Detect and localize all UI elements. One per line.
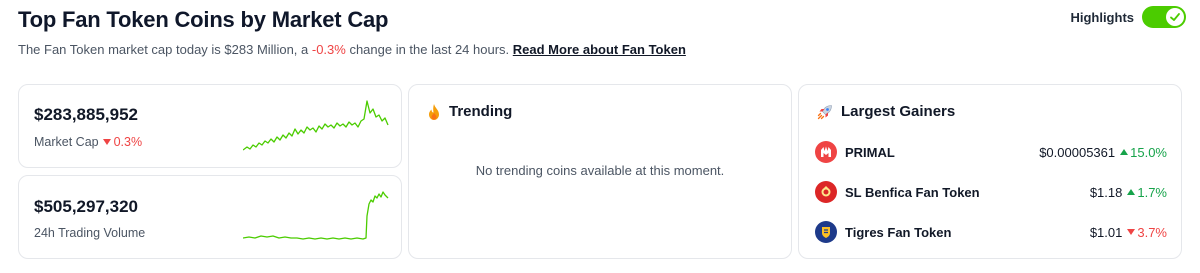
gainers-title: Largest Gainers xyxy=(841,103,956,120)
gainer-change-value: 1.7% xyxy=(1137,184,1167,200)
page-title: Top Fan Token Coins by Market Cap xyxy=(18,7,389,32)
trending-card: Trending No trending coins available at … xyxy=(408,84,792,259)
subtitle-change: -0.3% xyxy=(311,42,346,57)
check-icon xyxy=(1166,8,1184,26)
gainer-price: $1.18 xyxy=(1089,184,1123,200)
gainer-name: SL Benfica Fan Token xyxy=(845,184,980,200)
gainer-change-value: 15.0% xyxy=(1130,144,1167,160)
gainer-row[interactable]: SL Benfica Fan Token $1.18 1.7% xyxy=(815,180,1167,204)
caret-down-icon xyxy=(1127,229,1136,235)
trending-header: Trending xyxy=(427,103,512,120)
gainer-row[interactable]: PRIMAL $0.00005361 15.0% xyxy=(815,140,1167,164)
volume-sparkline xyxy=(243,191,389,240)
caret-up-icon xyxy=(1120,149,1129,155)
volume-value: $505,297,320 xyxy=(34,197,138,216)
gainer-price: $1.01 xyxy=(1089,224,1123,240)
highlights-control: Highlights xyxy=(1070,6,1186,28)
gainer-name: Tigres Fan Token xyxy=(845,224,952,240)
fire-icon xyxy=(429,103,439,120)
market-cap-change-value: 0.3% xyxy=(113,135,143,149)
highlights-toggle[interactable] xyxy=(1142,6,1186,28)
market-cap-change: 0.3% xyxy=(102,135,143,149)
gainer-change: 15.0% xyxy=(1120,145,1167,160)
market-cap-sparkline xyxy=(243,100,389,151)
volume-label-row: 24h Trading Volume xyxy=(34,226,145,240)
gainer-change: 3.7% xyxy=(1127,225,1167,240)
read-more-link[interactable]: Read More about Fan Token xyxy=(513,42,686,57)
trending-empty-message: No trending coins available at this mome… xyxy=(475,163,725,178)
market-cap-label: Market Cap xyxy=(34,135,99,149)
gainer-row[interactable]: Tigres Fan Token $1.01 3.7% xyxy=(815,220,1167,244)
gainers-card: Largest Gainers PRIMAL $0.00005361 15.0%… xyxy=(798,84,1182,259)
volume-card[interactable]: $505,297,320 24h Trading Volume xyxy=(18,175,402,259)
subtitle-text-end: change in the last 24 hours. xyxy=(345,42,513,57)
gainers-header: Largest Gainers xyxy=(817,103,955,120)
market-cap-value: $283,885,952 xyxy=(34,105,138,124)
caret-down-icon xyxy=(102,139,111,145)
rocket-icon xyxy=(817,104,832,119)
primal-icon xyxy=(815,141,837,163)
market-cap-label-row: Market Cap 0.3% xyxy=(34,135,142,149)
gainer-name: PRIMAL xyxy=(845,144,895,160)
gainer-change: 1.7% xyxy=(1127,185,1167,200)
trending-title: Trending xyxy=(449,103,513,120)
tigres-icon xyxy=(815,221,837,243)
page-header: Top Fan Token Coins by Market Cap The Fa… xyxy=(18,6,686,58)
caret-up-icon xyxy=(1127,189,1136,195)
benfica-icon xyxy=(815,181,837,203)
market-cap-card[interactable]: $283,885,952 Market Cap 0.3% xyxy=(18,84,402,168)
page-subtitle: The Fan Token market cap today is $283 M… xyxy=(18,42,686,58)
volume-label: 24h Trading Volume xyxy=(34,226,146,240)
gainer-change-value: 3.7% xyxy=(1137,224,1167,240)
gainer-price: $0.00005361 xyxy=(1039,144,1116,160)
subtitle-text: The Fan Token market cap today is $283 M… xyxy=(18,42,312,57)
highlights-label: Highlights xyxy=(1070,9,1134,25)
